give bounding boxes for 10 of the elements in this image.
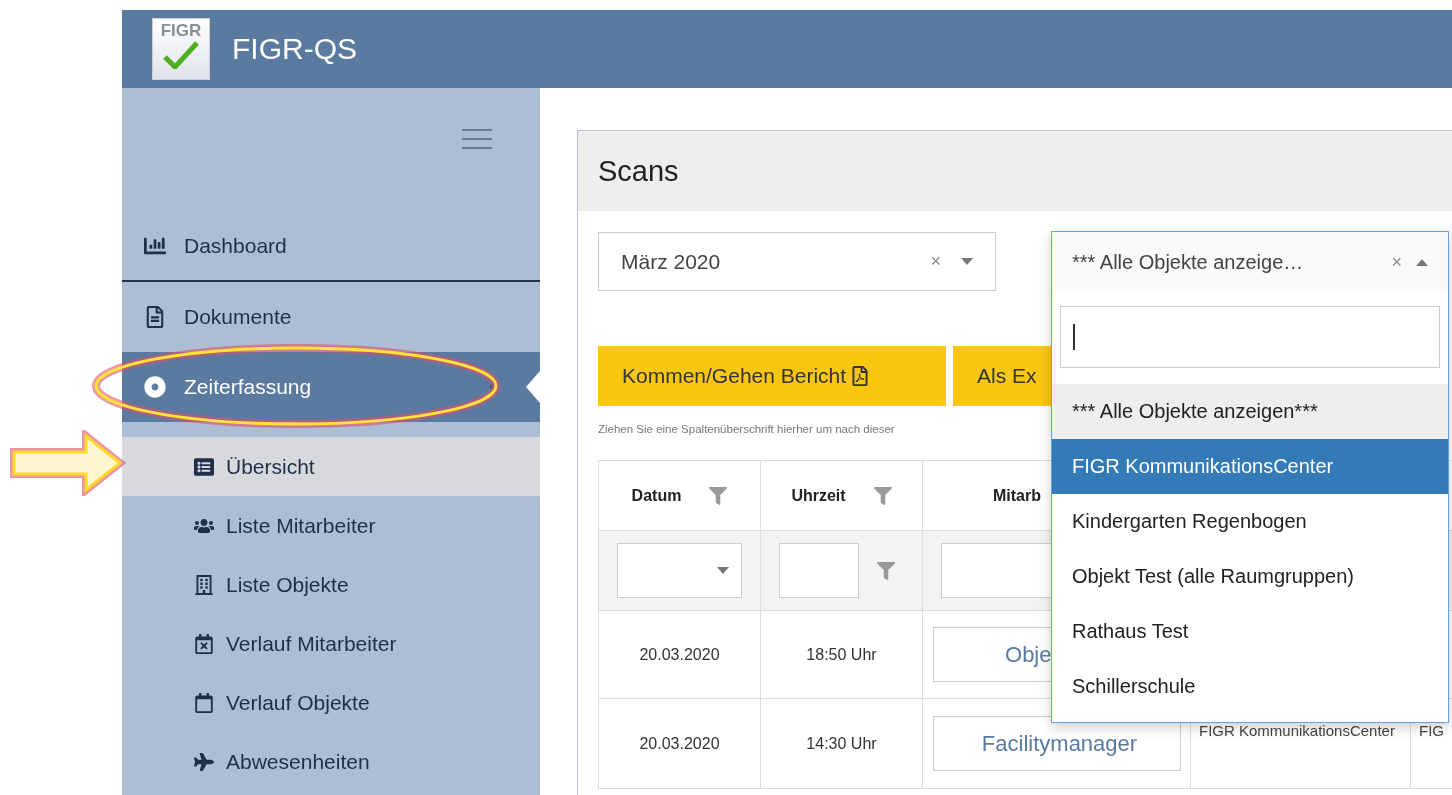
app-logo: FIGR [152, 18, 210, 80]
table-cell-text: FIG [1419, 721, 1445, 741]
group-hint: Ziehen Sie eine Spaltenüberschrift hierher um nach dieser [598, 423, 896, 435]
table-cell: 20.03.2020 [639, 645, 720, 664]
table-cell: 14:30 Uhr [806, 734, 877, 753]
panel-title: Scans [578, 131, 1452, 211]
table-cell: 20.03.2020 [639, 734, 720, 753]
table-cell-text: FIGR KommunikationsCenter [1199, 721, 1396, 741]
table-cell: 18:50 Uhr [806, 645, 877, 664]
app-title: FIGR-QS [232, 32, 357, 66]
